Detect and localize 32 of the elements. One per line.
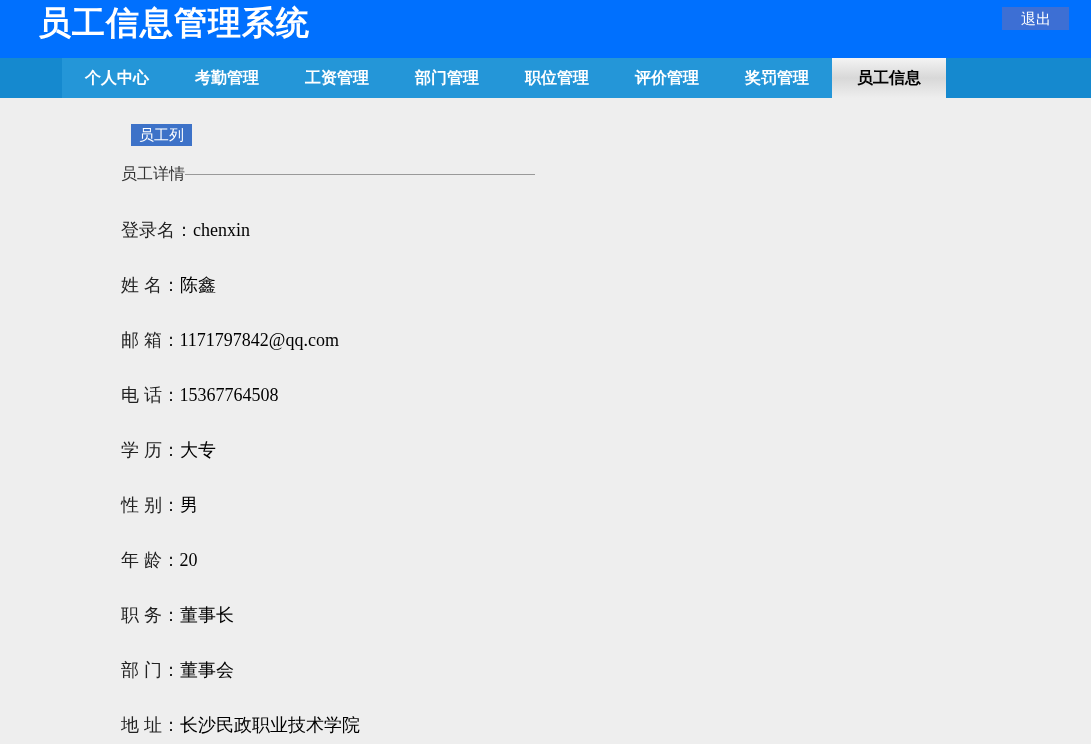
field-label: 部 门： — [121, 659, 180, 682]
field-value: 男 — [179, 494, 198, 517]
nav-tab[interactable]: 员工信息 — [832, 58, 946, 98]
field-value: 20 — [179, 549, 198, 572]
section-title: 员工详情 — [121, 164, 185, 184]
field-value: 15367764508 — [179, 384, 279, 407]
field-label: 登录名： — [121, 219, 193, 242]
field-value: 董事会 — [179, 659, 234, 682]
list-button[interactable]: 员工列 — [131, 124, 192, 146]
nav-tab[interactable]: 考勤管理 — [172, 58, 282, 98]
field-value: 大专 — [179, 439, 216, 462]
nav-tab[interactable]: 职位管理 — [502, 58, 612, 98]
field-value: 长沙民政职业技术学院 — [179, 714, 360, 737]
field-value: 陈鑫 — [179, 274, 216, 297]
field-label: 邮 箱： — [121, 329, 180, 352]
nav-tab[interactable]: 奖罚管理 — [722, 58, 832, 98]
field-label: 年 龄： — [121, 549, 180, 572]
field-value: 董事长 — [179, 604, 234, 627]
nav-tab[interactable]: 评价管理 — [612, 58, 722, 98]
nav-tab[interactable]: 个人中心 — [62, 58, 172, 98]
field-label: 职 务： — [121, 604, 180, 627]
nav-tab[interactable]: 部门管理 — [392, 58, 502, 98]
field-value: chenxin — [193, 219, 250, 242]
field-value: 1171797842@qq.com — [179, 329, 339, 352]
field-label: 学 历： — [121, 439, 180, 462]
nav-tab[interactable]: 工资管理 — [282, 58, 392, 98]
field-label: 地 址： — [121, 714, 180, 737]
field-label: 姓 名： — [121, 274, 180, 297]
app-title: 员工信息管理系统 — [38, 3, 310, 43]
logout-button[interactable]: 退出 — [1002, 7, 1069, 30]
field-label: 电 话： — [121, 384, 180, 407]
field-label: 性 别： — [121, 494, 180, 517]
